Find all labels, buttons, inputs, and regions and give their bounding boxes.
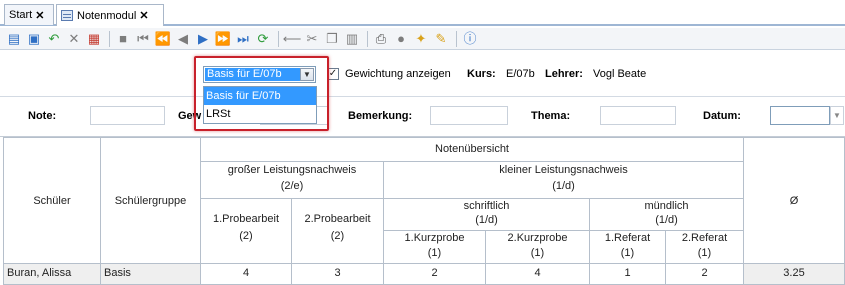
column-header-kurzprobe-1[interactable]: 1.Kurzprobe (1) xyxy=(384,231,486,264)
next-icon[interactable]: ▶ xyxy=(195,31,211,47)
cut-icon[interactable]: ✂ xyxy=(304,31,320,47)
table-cell-grade[interactable]: 1 xyxy=(590,264,666,285)
column-header-grosser-ln: großer Leistungsnachweis (2/e) xyxy=(201,162,384,199)
thema-label: Thema: xyxy=(531,110,571,122)
prev-icon[interactable]: ◀ xyxy=(175,31,191,47)
first-icon[interactable]: ⏮ xyxy=(135,31,151,47)
chevron-down-icon[interactable]: ▼ xyxy=(830,106,844,125)
print-icon[interactable]: ⎙ xyxy=(373,31,389,47)
lehrer-value: Vogl Beate xyxy=(593,68,647,80)
close-icon[interactable]: ✕ xyxy=(139,9,148,22)
copy-icon[interactable]: ❐ xyxy=(324,31,340,47)
back-icon[interactable]: ⟵ xyxy=(283,31,302,47)
column-header-kleiner-ln: kleiner Leistungsnachweis (1/d) xyxy=(384,162,744,199)
note-label: Note: xyxy=(28,110,57,122)
delete-icon[interactable]: ✕ xyxy=(66,31,82,47)
table-icon xyxy=(61,10,73,21)
table-cell-grade[interactable]: 2 xyxy=(666,264,744,285)
save-icon[interactable]: ▣ xyxy=(26,31,42,47)
separator xyxy=(109,30,110,47)
tab-start-label: Start xyxy=(9,9,33,21)
last-icon[interactable]: ⏭ xyxy=(235,31,251,47)
tab-notenmodul[interactable]: Notenmodul ✕ xyxy=(56,4,164,26)
print-preview-icon[interactable]: ▦ xyxy=(86,31,102,47)
help-icon[interactable]: ⓘ xyxy=(462,31,478,47)
column-header-referat-2[interactable]: 2.Referat (1) xyxy=(666,231,744,264)
separator xyxy=(278,30,279,47)
column-header-notenuebersicht: Notenübersicht xyxy=(201,137,744,162)
tab-notenmodul-label: Notenmodul xyxy=(77,9,137,22)
bemerkung-label: Bemerkung: xyxy=(348,110,413,122)
separator xyxy=(367,30,368,47)
column-header-muendlich: mündlich (1/d) xyxy=(590,199,744,231)
noten-grid: Schüler Schülergruppe Notenübersicht Ø g… xyxy=(3,137,845,285)
gewichtung-label: Gewichtung anzeigen xyxy=(345,68,451,80)
notenmodul-window: Start ✕ Notenmodul ✕ ▤ ▣ ↶ ✕ ▦ ■ ⏮ ⏪ ◀ ▶… xyxy=(0,0,845,285)
tab-bar: Start ✕ Notenmodul ✕ xyxy=(0,0,845,26)
prev-page-icon[interactable]: ⏪ xyxy=(155,31,171,47)
column-header-schriftlich: schriftlich (1/d) xyxy=(384,199,590,231)
table-cell-average: 3.25 xyxy=(744,264,845,285)
close-icon[interactable]: ✕ xyxy=(35,9,44,22)
datum-label: Datum: xyxy=(703,110,741,122)
table-cell-grade[interactable]: 4 xyxy=(486,264,590,285)
entry-panel: Note: Gew Bemerkung: Thema: Datum: ▼ xyxy=(0,97,845,137)
bulb-icon[interactable]: ✦ xyxy=(413,31,429,47)
separator xyxy=(456,30,457,47)
lehrer-label: Lehrer: xyxy=(545,68,583,80)
table-cell-name[interactable]: Buran, Alissa xyxy=(3,264,101,285)
highlight-frame xyxy=(194,56,329,131)
column-header-average[interactable]: Ø xyxy=(744,137,845,264)
next-page-icon[interactable]: ⏩ xyxy=(215,31,231,47)
filter-panel: Basis für E/07b ▼ Gewichtung anzeigen Ku… xyxy=(0,50,845,97)
table-cell-grade[interactable]: 2 xyxy=(384,264,486,285)
kurs-value: E/07b xyxy=(506,68,535,80)
bemerkung-input[interactable] xyxy=(430,106,508,125)
column-header-referat-1[interactable]: 1.Referat (1) xyxy=(590,231,666,264)
column-header-schuelergruppe[interactable]: Schülergruppe xyxy=(101,137,201,264)
new-icon[interactable]: ▤ xyxy=(6,31,22,47)
view-icon[interactable]: ● xyxy=(393,31,409,47)
table-cell-grade[interactable]: 3 xyxy=(292,264,384,285)
note-input[interactable] xyxy=(90,106,165,125)
datum-input[interactable] xyxy=(770,106,830,125)
toolbar: ▤ ▣ ↶ ✕ ▦ ■ ⏮ ⏪ ◀ ▶ ⏩ ⏭ ⟳ ⟵ ✂ ❐ ▥ ⎙ ● ✦ … xyxy=(0,28,845,50)
undo-icon[interactable]: ↶ xyxy=(46,31,62,47)
refresh-icon[interactable]: ⟳ xyxy=(255,31,271,47)
thema-input[interactable] xyxy=(600,106,676,125)
clean-icon[interactable]: ✎ xyxy=(433,31,449,47)
column-header-probearbeit-1[interactable]: 1.Probearbeit (2) xyxy=(201,199,292,264)
column-header-schueler[interactable]: Schüler xyxy=(3,137,101,264)
tab-start[interactable]: Start ✕ xyxy=(4,4,54,25)
column-header-kurzprobe-2[interactable]: 2.Kurzprobe (1) xyxy=(486,231,590,264)
column-header-probearbeit-2[interactable]: 2.Probearbeit (2) xyxy=(292,199,384,264)
kurs-label: Kurs: xyxy=(467,68,496,80)
stop-icon[interactable]: ■ xyxy=(115,31,131,47)
table-cell-gruppe[interactable]: Basis xyxy=(101,264,201,285)
table-cell-grade[interactable]: 4 xyxy=(201,264,292,285)
paste-icon[interactable]: ▥ xyxy=(344,31,360,47)
